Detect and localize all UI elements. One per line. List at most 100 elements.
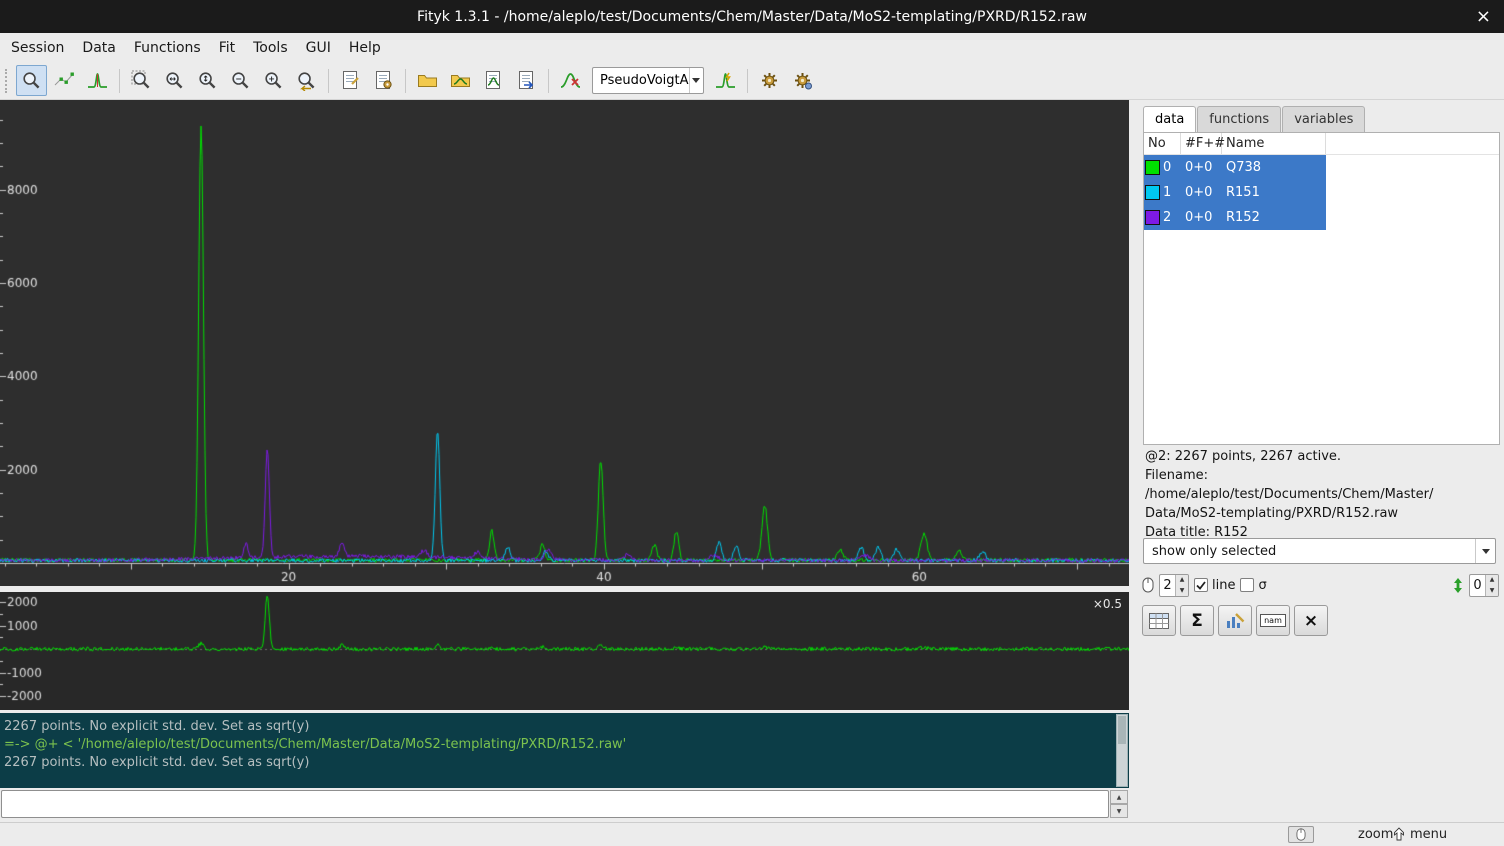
console-line: =-> @+ < '/home/aleplo/test/Documents/Ch… <box>4 736 1111 754</box>
title-bar: Fityk 1.3.1 - /home/aleplo/test/Document… <box>0 0 1504 33</box>
menu-data[interactable]: Data <box>73 33 124 62</box>
zoom-out-button[interactable]: − <box>225 65 256 96</box>
plot-area: ×0.5 2267 points. No explicit std. dev. … <box>0 100 1129 822</box>
console-line: 2267 points. No explicit std. dev. Set a… <box>4 718 1111 736</box>
clear-model-icon <box>560 70 581 91</box>
script-editor-button[interactable] <box>368 65 399 96</box>
mode-data-range-button[interactable] <box>49 65 80 96</box>
line-checkbox[interactable]: line <box>1194 578 1235 593</box>
dataset-row[interactable]: 1 0+0 R151 <box>1144 180 1326 205</box>
tab-data[interactable]: data <box>1143 106 1196 132</box>
rename-icon: nam <box>1260 614 1286 627</box>
mouse-hints-button[interactable] <box>1288 826 1314 843</box>
fit-options-button[interactable] <box>787 65 818 96</box>
tab-variables[interactable]: variables <box>1282 106 1365 132</box>
dataset-name: Q738 <box>1222 160 1326 175</box>
info-line: @2: 2267 points, 2267 active. <box>1145 447 1498 466</box>
output-console: 2267 points. No explicit std. dev. Set a… <box>0 713 1129 788</box>
splitter-sash[interactable] <box>1129 100 1137 822</box>
header-name: Name <box>1222 133 1326 154</box>
menu-tools[interactable]: Tools <box>244 33 297 62</box>
dataset-list-panel: No #F+# Name 0 0+0 Q738 1 0+0 R151 2 0+0… <box>1143 132 1500 445</box>
dataset-info: @2: 2267 points, 2267 active. Filename: … <box>1145 447 1498 542</box>
log-viewer-button[interactable] <box>335 65 366 96</box>
export-page-icon <box>516 70 537 91</box>
dataset-func-count: 0+0 <box>1181 185 1222 200</box>
rename-dataset-button[interactable]: nam <box>1256 605 1290 636</box>
history-up-icon[interactable]: ▲ <box>1110 790 1128 804</box>
open-data-button[interactable] <box>445 65 476 96</box>
display-controls: 2 ▲▼ line σ 0 ▲▼ <box>1142 571 1499 599</box>
zoom-vertical-button[interactable]: ↕ <box>192 65 223 96</box>
sum-datasets-button[interactable]: Σ <box>1180 605 1214 636</box>
zoom-in-button[interactable]: + <box>258 65 289 96</box>
close-window-button[interactable]: × <box>1476 0 1491 33</box>
point-size-value: 2 <box>1160 575 1175 596</box>
menu-session[interactable]: Session <box>2 33 73 62</box>
zoom-previous-button[interactable] <box>291 65 322 96</box>
dataset-row[interactable]: 0 0+0 Q738 <box>1144 155 1326 180</box>
shift-value: 0 <box>1470 575 1485 596</box>
svg-text:+: + <box>268 75 275 84</box>
sidebar-tabs: data functions variables <box>1143 106 1366 132</box>
sidebar: data functions variables No #F+# Name 0 … <box>1137 100 1504 822</box>
mode-zoom-button[interactable] <box>16 65 47 96</box>
toolbar-separator <box>548 69 549 93</box>
script-page-icon <box>373 70 394 91</box>
zoom-horizontal-button[interactable]: ↔ <box>159 65 190 96</box>
data-table-button[interactable] <box>1142 605 1176 636</box>
command-history-spinner[interactable]: ▲ ▼ <box>1110 790 1128 818</box>
export-data-button[interactable] <box>511 65 542 96</box>
dataset-number: 2 <box>1163 210 1171 225</box>
console-scrollbar[interactable] <box>1116 714 1128 787</box>
save-session-button[interactable] <box>478 65 509 96</box>
shift-spinner[interactable]: 0 ▲▼ <box>1469 574 1499 597</box>
auto-add-peak-button[interactable] <box>710 65 741 96</box>
right-button-hint: menu <box>1410 827 1447 842</box>
open-session-button[interactable] <box>412 65 443 96</box>
history-down-icon[interactable]: ▼ <box>1110 804 1128 818</box>
dataset-actions: Σ nam × <box>1142 605 1328 636</box>
info-line: Data/MoS2-templating/PXRD/R152.raw <box>1145 504 1498 523</box>
edit-data-button[interactable] <box>1218 605 1252 636</box>
combobox-arrow-icon[interactable] <box>689 68 703 93</box>
log-page-icon <box>340 70 361 91</box>
mouse-icon <box>1142 577 1154 593</box>
table-icon <box>1149 613 1169 629</box>
dataset-row[interactable]: 2 0+0 R152 <box>1144 205 1326 230</box>
spin-up-icon[interactable]: ▲ <box>1176 575 1188 586</box>
dataset-func-count: 0+0 <box>1181 160 1222 175</box>
header-functions-count: #F+# <box>1181 133 1222 154</box>
main-plot-canvas[interactable] <box>0 100 1129 586</box>
dataset-color-swatch <box>1145 160 1160 175</box>
sigma-checkbox[interactable]: σ <box>1240 578 1266 593</box>
open-folder-icon <box>417 70 438 91</box>
mode-add-peak-button[interactable] <box>82 65 113 96</box>
filter-value: show only selected <box>1144 544 1475 559</box>
command-input[interactable] <box>1 790 1109 818</box>
menu-help[interactable]: Help <box>340 33 390 62</box>
filter-dropdown[interactable]: show only selected <box>1143 538 1496 564</box>
spin-down-icon[interactable]: ▼ <box>1176 585 1188 596</box>
menu-fit[interactable]: Fit <box>210 33 244 62</box>
console-scrollbar-thumb[interactable] <box>1118 716 1126 744</box>
spin-up-icon[interactable]: ▲ <box>1486 575 1498 586</box>
menu-functions[interactable]: Functions <box>125 33 210 62</box>
aux-plot-canvas[interactable] <box>0 592 1129 710</box>
delete-dataset-button[interactable]: × <box>1294 605 1328 636</box>
fit-run-button[interactable] <box>754 65 785 96</box>
clear-model-button[interactable] <box>555 65 586 96</box>
tab-functions[interactable]: functions <box>1197 106 1281 132</box>
menu-gui[interactable]: GUI <box>297 33 340 62</box>
checkbox-unchecked-icon[interactable] <box>1240 578 1254 592</box>
peak-type-combobox[interactable]: PseudoVoigtA <box>592 67 704 94</box>
spin-down-icon[interactable]: ▼ <box>1486 585 1498 596</box>
point-size-spinner[interactable]: 2 ▲▼ <box>1159 574 1189 597</box>
auto-add-peak-icon <box>715 70 736 91</box>
toolbar-separator <box>405 69 406 93</box>
checkbox-checked-icon[interactable] <box>1194 578 1208 592</box>
dataset-color-swatch <box>1145 210 1160 225</box>
peak-type-value: PseudoVoigtA <box>593 73 689 88</box>
combobox-arrow-icon[interactable] <box>1475 539 1495 563</box>
zoom-all-button[interactable] <box>126 65 157 96</box>
